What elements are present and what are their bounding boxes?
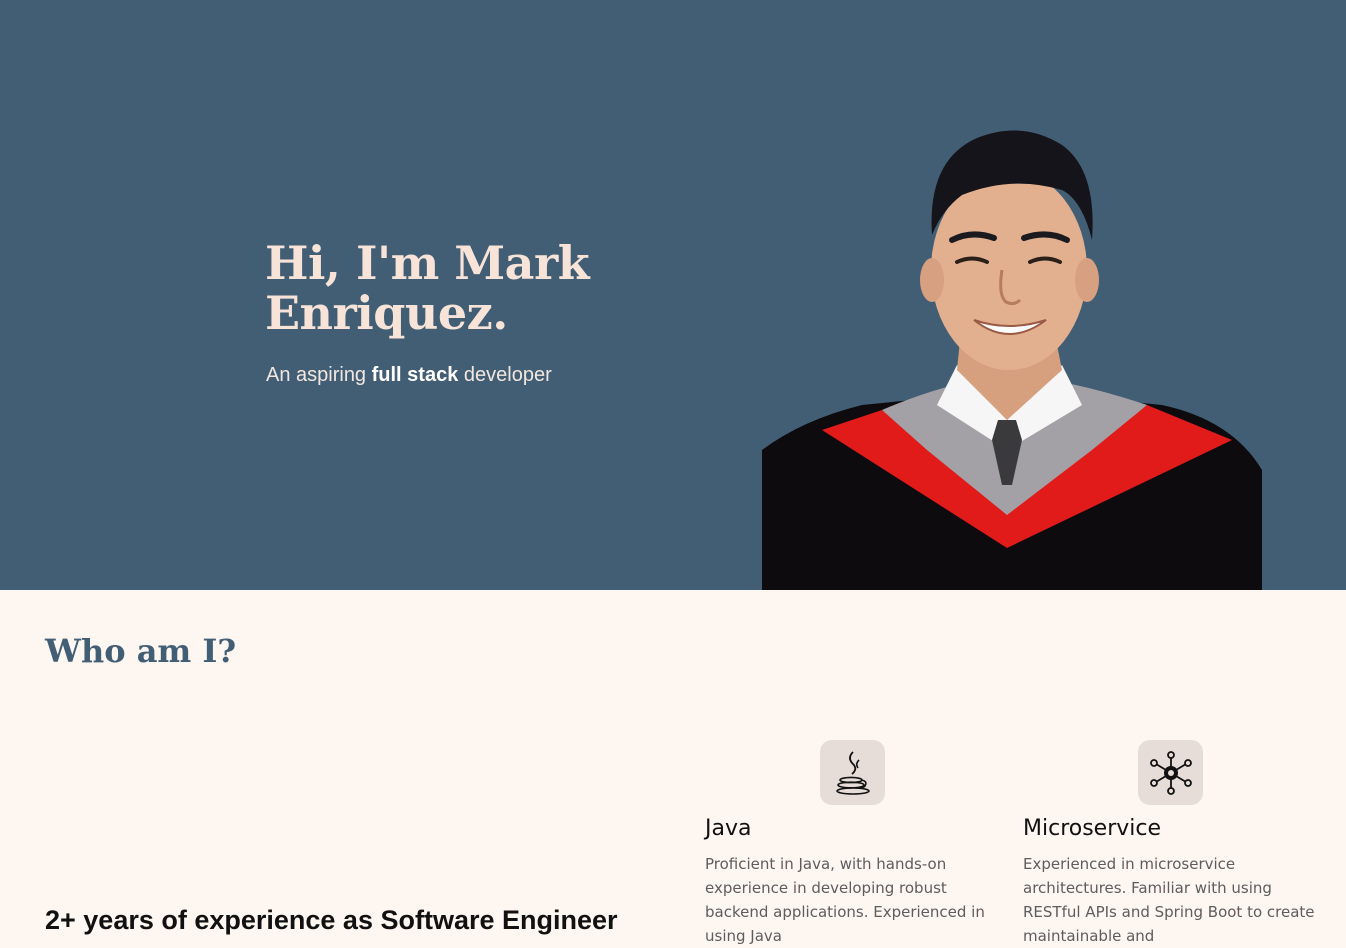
skill-description: Proficient in Java, with hands-on experi… xyxy=(705,855,985,945)
skill-title: Microservice xyxy=(1023,816,1162,841)
tagline-emphasis: full stack xyxy=(371,364,459,386)
about-heading: Who am I? xyxy=(45,632,237,670)
hero-name: Hi, I'm Mark Enriquez. xyxy=(265,236,590,340)
java-icon xyxy=(820,740,885,805)
hero-tagline: An aspiring full stack developer xyxy=(266,364,552,387)
hero-section: Hi, I'm Mark Enriquez. An aspiring full … xyxy=(0,0,1346,590)
tagline-suffix: developer xyxy=(458,364,552,386)
experience-headline: 2+ years of experience as Software Engin… xyxy=(45,905,618,935)
tagline-prefix: An aspiring xyxy=(266,364,372,386)
microservice-icon xyxy=(1138,740,1203,805)
profile-photo xyxy=(762,120,1262,590)
skill-description: Experienced in microservice architecture… xyxy=(1023,855,1315,945)
skill-title: Java xyxy=(705,816,752,841)
